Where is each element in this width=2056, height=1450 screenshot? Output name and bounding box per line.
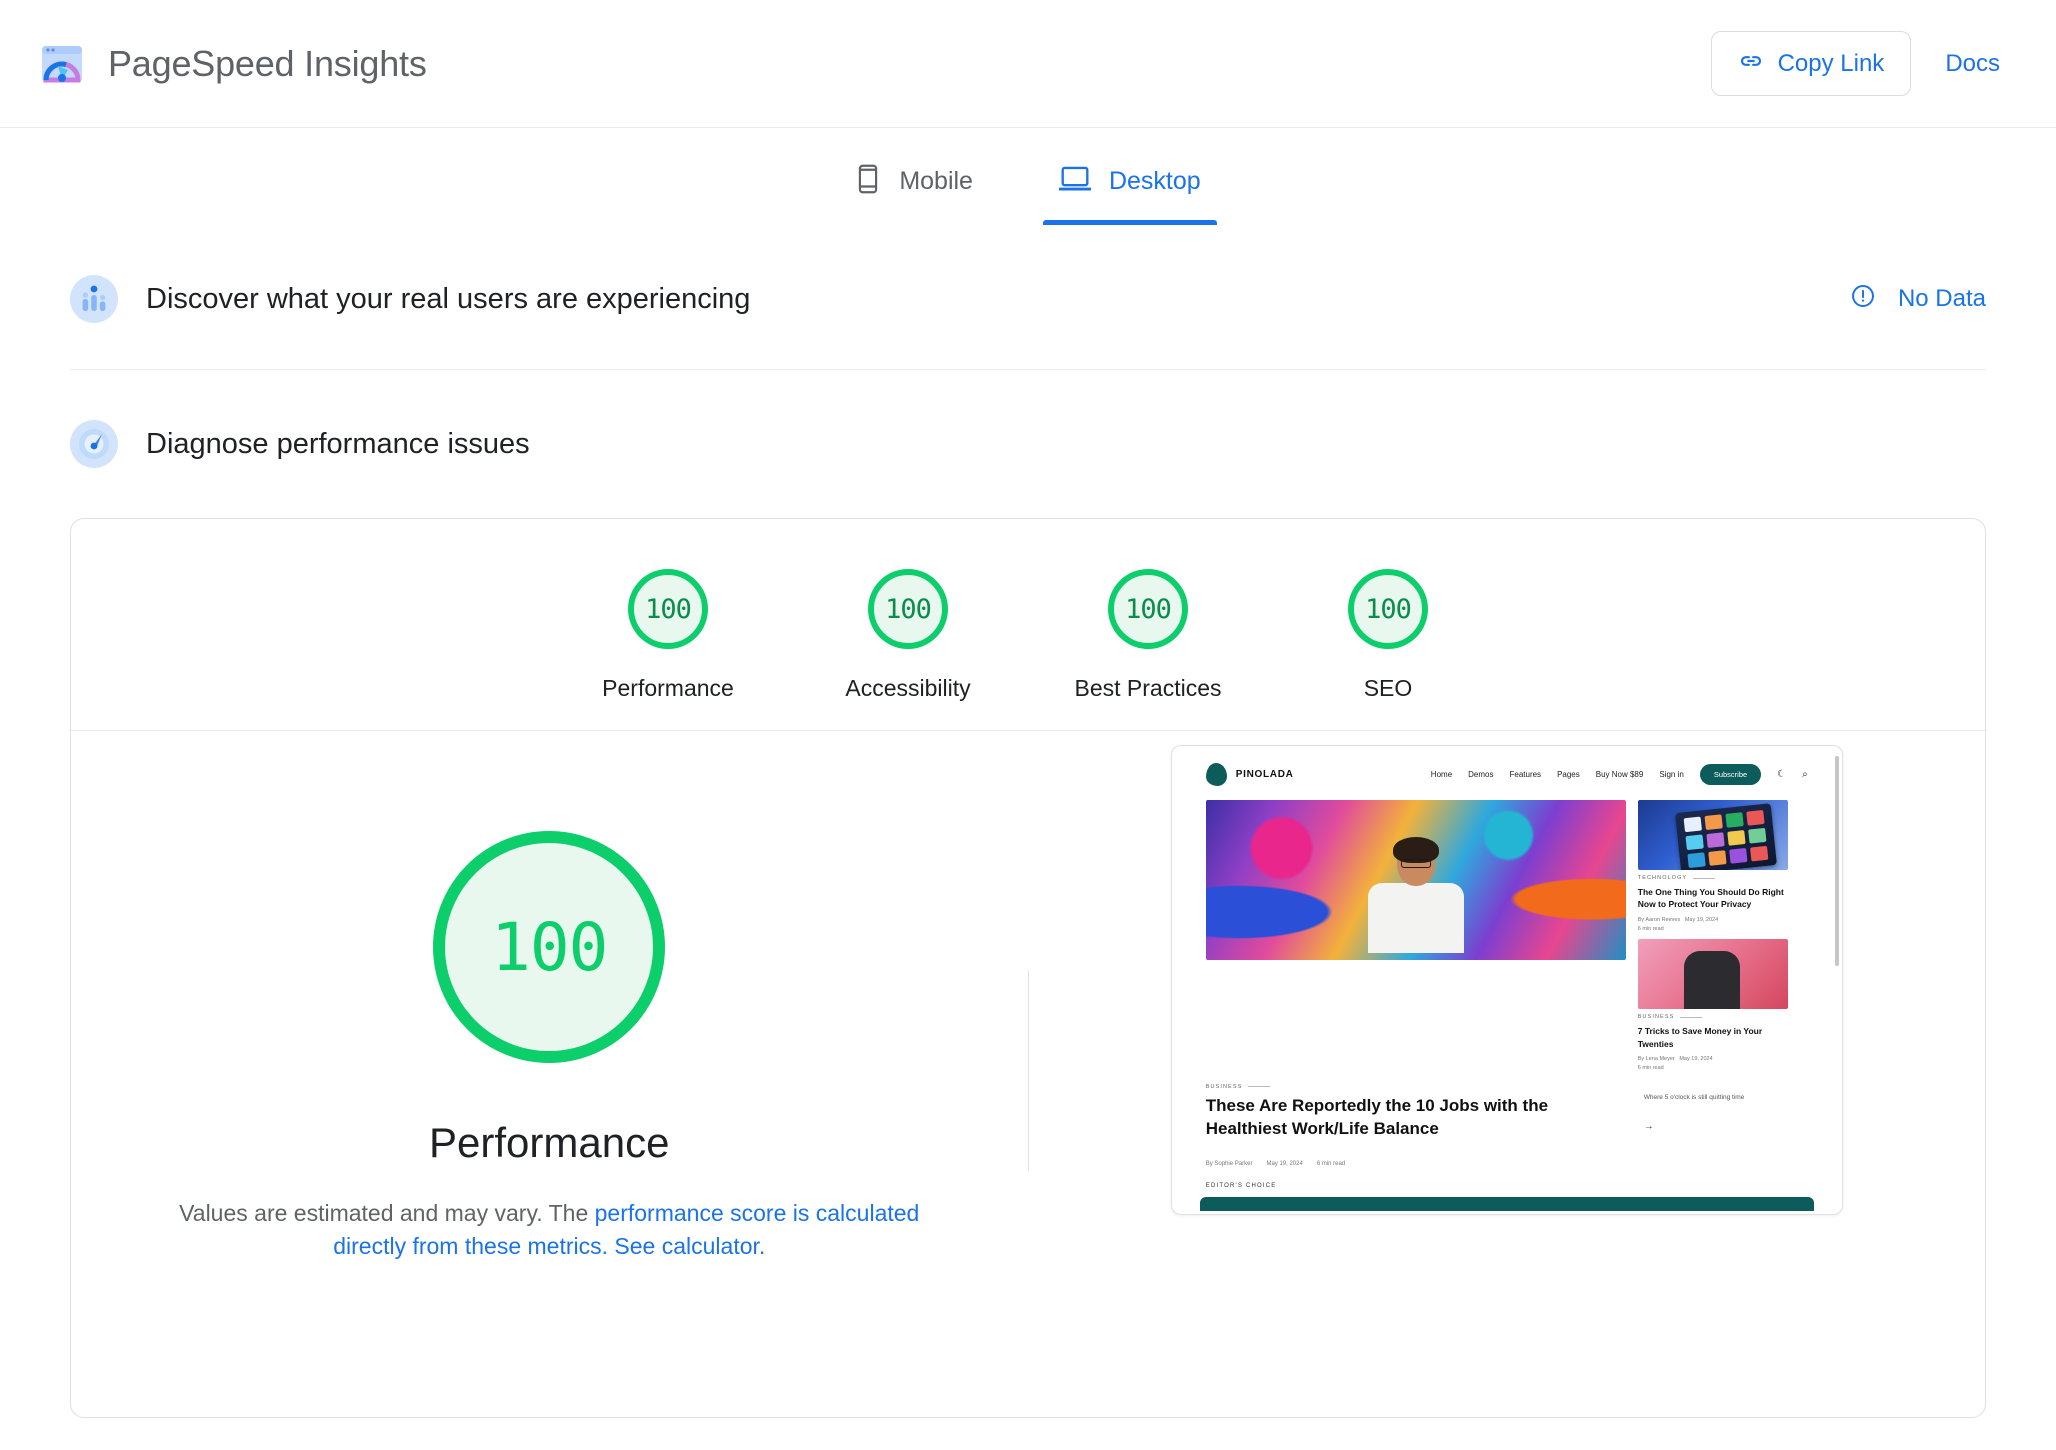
score-gauge: 100: [868, 569, 948, 649]
category-scores: 100 Performance 100 Accessibility 100 Be…: [71, 519, 1985, 731]
performance-description: Values are estimated and may vary. The p…: [149, 1197, 949, 1262]
field-data-section-header: Discover what your real users are experi…: [0, 249, 2056, 349]
editors-choice-banner: [1199, 1196, 1814, 1211]
score-value: 100: [1365, 593, 1412, 625]
hero-side: TECHNOLOGY The One Thing You Should Do R…: [1637, 800, 1788, 1074]
mobile-icon: [855, 164, 881, 199]
tab-mobile-label: Mobile: [899, 167, 973, 195]
score-value: 100: [885, 593, 932, 625]
copy-link-label: Copy Link: [1777, 49, 1885, 77]
nav-item-buy-now: Buy Now $89: [1595, 769, 1644, 779]
brand[interactable]: PageSpeed Insights: [36, 38, 427, 90]
real-users-icon: [70, 275, 118, 323]
performance-desc-text: Values are estimated and may vary. The: [179, 1200, 595, 1226]
subscribe-button: Subscribe: [1699, 763, 1762, 785]
side-article-title-2: 7 Tricks to Save Money in Your Twenties: [1637, 1026, 1763, 1049]
score-label: Best Practices: [1074, 675, 1222, 701]
main-article-left: BUSINESS These Are Reportedly the 10 Job…: [1206, 1084, 1626, 1167]
score-gauge: 100: [1108, 569, 1188, 649]
gauge-icon: [70, 420, 118, 468]
nav-item-pages: Pages: [1557, 769, 1580, 779]
score-label: Performance: [602, 675, 734, 701]
moon-icon: ☾: [1777, 768, 1787, 780]
app-header: PageSpeed Insights Copy Link Docs: [0, 0, 2056, 128]
tab-desktop[interactable]: Desktop: [1042, 150, 1217, 225]
score-gauge: 100: [1348, 569, 1428, 649]
score-performance[interactable]: 100 Performance: [548, 569, 788, 702]
tablet-graphic: [1674, 803, 1777, 870]
page-screenshot-panel: PINOLADA Home Demos Features Pages Buy N…: [1029, 731, 1986, 1391]
performance-summary: 100 Performance Values are estimated and…: [71, 731, 1028, 1391]
hero-person: [1357, 837, 1475, 960]
arrow-right-icon: →: [1643, 1121, 1654, 1133]
lighthouse-results-card: 100 Performance 100 Accessibility 100 Be…: [70, 518, 1986, 1418]
performance-heading: Performance: [429, 1119, 670, 1166]
side-article-category-1: TECHNOLOGY: [1638, 875, 1788, 881]
person-glasses: [1400, 859, 1431, 868]
search-icon: ⌕: [1802, 768, 1808, 780]
site-hero: TECHNOLOGY The One Thing You Should Do R…: [1180, 794, 1834, 1074]
site-brand: PINOLADA: [1205, 762, 1294, 786]
site-nav: PINOLADA Home Demos Features Pages Buy N…: [1180, 754, 1834, 794]
performance-gauge: 100: [433, 831, 666, 1063]
side-article-image-2: [1637, 939, 1788, 1010]
docs-link[interactable]: Docs: [1925, 34, 2020, 94]
editors-choice-label: EDITOR'S CHOICE: [1205, 1182, 1277, 1189]
tab-desktop-label: Desktop: [1108, 167, 1201, 195]
main-article-excerpt: Where 5 o'clock is still quitting time: [1643, 1093, 1745, 1101]
site-name: PINOLADA: [1235, 768, 1294, 780]
page-screenshot[interactable]: PINOLADA Home Demos Features Pages Buy N…: [1170, 745, 1843, 1215]
site-logo-icon: [1205, 762, 1227, 786]
field-data-title: Discover what your real users are experi…: [146, 282, 751, 315]
side-article-meta-2: By Lena Meyer May 19, 2024 6 min read: [1637, 1055, 1713, 1072]
tab-mobile[interactable]: Mobile: [839, 150, 989, 225]
desktop-icon: [1058, 165, 1092, 198]
main-article-right: Where 5 o'clock is still quitting time →: [1644, 1084, 1794, 1167]
header-actions: Copy Link Docs: [1710, 31, 2020, 96]
main-article-title: These Are Reportedly the 10 Jobs with th…: [1205, 1095, 1549, 1138]
nav-item-features: Features: [1509, 769, 1542, 779]
app-grid: [1683, 809, 1769, 869]
side-article-category-2: BUSINESS: [1638, 1014, 1788, 1020]
lab-data-title: Diagnose performance issues: [146, 427, 530, 460]
figure-graphic: [1683, 951, 1740, 1010]
form-factor-tabs: Mobile Desktop: [0, 128, 2056, 225]
side-article-meta-1: By Aaron Reeves May 19, 2024 6 min read: [1637, 916, 1719, 932]
error-outline-icon: [1850, 283, 1876, 316]
site-nav-menu: Home Demos Features Pages Buy Now $89 Si…: [1430, 763, 1808, 785]
hero-image: [1205, 800, 1626, 960]
nav-item-home: Home: [1430, 769, 1453, 779]
lab-data-section-header: Diagnose performance issues: [0, 394, 2056, 494]
nav-item-sign-in: Sign in: [1659, 769, 1684, 779]
see-calculator-link[interactable]: See calculator.: [614, 1233, 765, 1259]
score-gauge: 100: [628, 569, 708, 649]
link-icon: [1738, 48, 1764, 79]
score-label: SEO: [1363, 675, 1413, 701]
main-article-byline: By Sophie Parker May 19, 2024 6 min read: [1205, 1160, 1346, 1167]
card-body: 100 Performance Values are estimated and…: [71, 731, 1985, 1391]
screenshot-scrollbar[interactable]: [1834, 756, 1839, 1204]
hero-main: [1205, 800, 1626, 1074]
performance-score-value: 100: [491, 908, 608, 986]
score-value: 100: [1125, 593, 1172, 625]
no-data-label: No Data: [1897, 285, 1986, 312]
main-article-category: BUSINESS: [1206, 1084, 1626, 1090]
nav-item-demos: Demos: [1468, 769, 1494, 779]
field-data-status[interactable]: No Data: [1850, 283, 1986, 316]
site-main-article: BUSINESS These Are Reportedly the 10 Job…: [1180, 1074, 1834, 1167]
person-head: [1392, 837, 1439, 886]
section-divider: [70, 369, 1986, 370]
side-article-title-1: The One Thing You Should Do Right Now to…: [1637, 887, 1784, 910]
copy-link-button[interactable]: Copy Link: [1710, 31, 1912, 96]
score-label: Accessibility: [845, 675, 971, 701]
score-seo[interactable]: 100 SEO: [1268, 569, 1508, 702]
pagespeed-logo-icon: [36, 38, 88, 90]
app-title: PageSpeed Insights: [108, 42, 427, 84]
side-article-image-1: [1637, 800, 1788, 870]
score-best-practices[interactable]: 100 Best Practices: [1028, 569, 1268, 702]
score-value: 100: [645, 593, 692, 625]
score-accessibility[interactable]: 100 Accessibility: [788, 569, 1028, 702]
person-body: [1367, 883, 1464, 953]
